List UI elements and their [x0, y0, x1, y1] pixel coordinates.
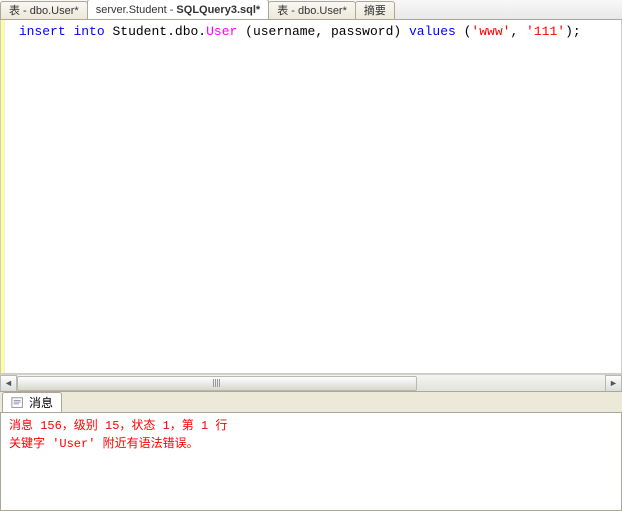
tab-label: 表 - dbo.User*: [277, 5, 347, 17]
messages-pane[interactable]: 消息 156，级别 15，状态 1，第 1 行 关键字 'User' 附近有语法…: [0, 413, 622, 511]
keyword-into: into: [73, 24, 104, 39]
scroll-thumb[interactable]: [17, 376, 417, 391]
keyword-insert: insert: [19, 24, 66, 39]
message-line-1: 消息 156，级别 15，状态 1，第 1 行: [9, 417, 613, 435]
string-111: '111': [526, 24, 565, 39]
messages-icon: [11, 396, 25, 410]
obj-student: Student: [112, 24, 167, 39]
scroll-left-button[interactable]: ◄: [0, 375, 17, 392]
keyword-values: values: [409, 24, 456, 39]
tab-table-user-1[interactable]: 表 - dbo.User*: [0, 1, 88, 19]
dot: .: [167, 24, 175, 39]
message-line-2: 关键字 'User' 附近有语法错误。: [9, 435, 613, 453]
tab-sqlquery-active[interactable]: server.Student - SQLQuery3.sql*: [87, 0, 269, 19]
scroll-right-button[interactable]: ►: [605, 375, 622, 392]
sql-editor[interactable]: insert into Student.dbo.User (username, …: [0, 20, 622, 374]
tab-summary[interactable]: 摘要: [355, 1, 395, 19]
scroll-grip-icon: [213, 379, 221, 387]
table-user: User: [206, 24, 237, 39]
paren-close: ): [393, 24, 409, 39]
col-username: username: [253, 24, 315, 39]
messages-tab-label: 消息: [29, 394, 53, 411]
editor-tab-bar: 表 - dbo.User* server.Student - SQLQuery3…: [0, 0, 622, 20]
tab-messages[interactable]: 消息: [2, 392, 62, 412]
paren2-open: (: [456, 24, 472, 39]
scroll-track[interactable]: [17, 375, 605, 392]
obj-dbo: dbo: [175, 24, 198, 39]
tab-table-user-2[interactable]: 表 - dbo.User*: [268, 1, 356, 19]
dot: .: [198, 24, 206, 39]
tab-label-sep: -: [167, 4, 177, 16]
editor-horizontal-scrollbar[interactable]: ◄ ►: [0, 374, 622, 391]
paren-open: (: [237, 24, 253, 39]
tab-label: 摘要: [364, 5, 386, 17]
tab-label: 表 - dbo.User*: [9, 5, 79, 17]
messages-tab-bar: 消息: [0, 391, 622, 413]
tab-label-prefix: server.Student: [96, 4, 167, 16]
col-password: password: [331, 24, 393, 39]
paren2-close: );: [565, 24, 581, 39]
tab-label-suffix: SQLQuery3.sql*: [176, 4, 260, 16]
string-www: 'www': [471, 24, 510, 39]
comma: ,: [315, 24, 331, 39]
comma: ,: [510, 24, 526, 39]
code-text[interactable]: insert into Student.dbo.User (username, …: [5, 20, 621, 373]
